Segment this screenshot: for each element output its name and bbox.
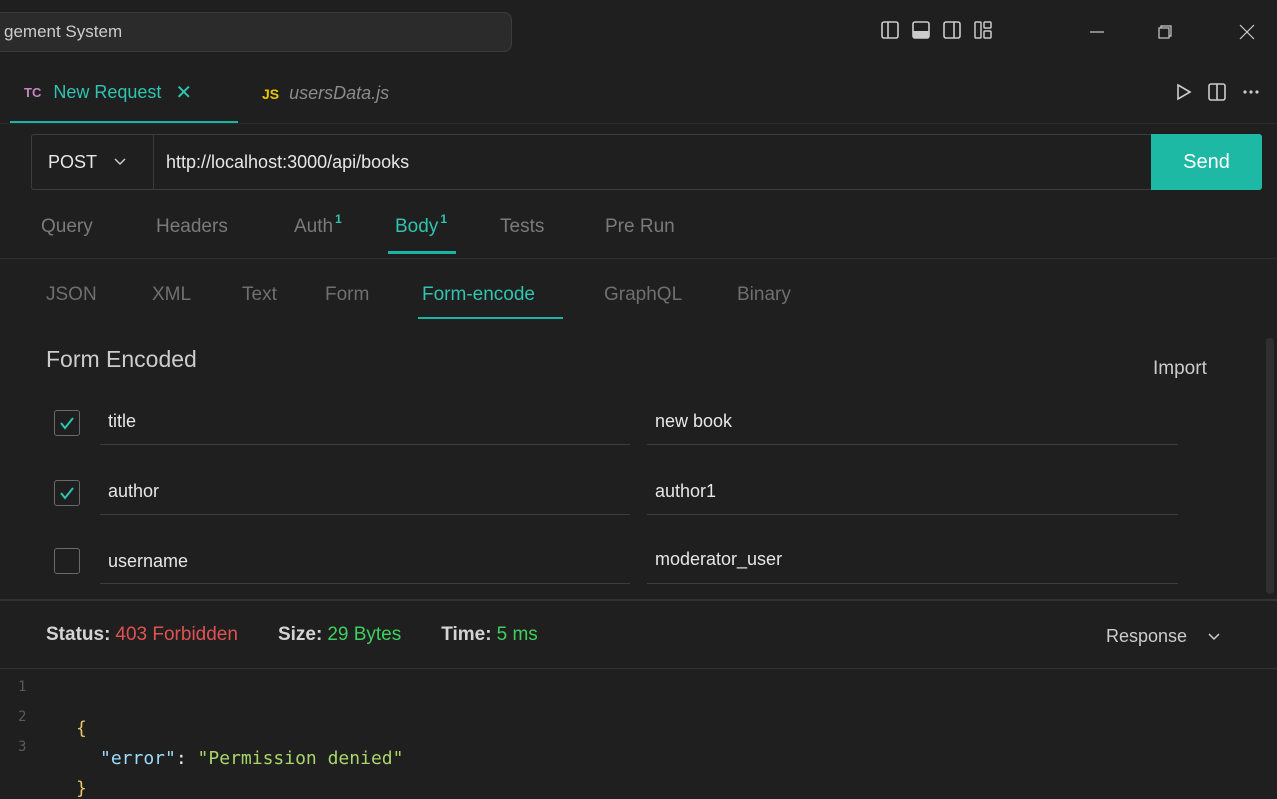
tab-auth[interactable]: Auth 1 xyxy=(294,212,342,238)
toggle-secondary-sidebar-icon[interactable] xyxy=(942,20,962,40)
time-label: Time: xyxy=(441,624,492,645)
row-checkbox[interactable] xyxy=(54,480,80,506)
row-key[interactable]: title xyxy=(108,411,136,432)
size-value: 29 Bytes xyxy=(327,624,402,645)
row-value[interactable]: author1 xyxy=(655,481,716,502)
code-line: 3 } xyxy=(0,736,800,799)
run-icon[interactable] xyxy=(1175,82,1193,102)
close-icon xyxy=(1239,24,1255,40)
body-tab-xml[interactable]: XML xyxy=(152,284,191,306)
response-status-bar: Status: 403 Forbidden Size: 29 Bytes Tim… xyxy=(46,624,538,646)
value-underline xyxy=(647,444,1178,445)
body-tab-form-encode[interactable]: Form-encode xyxy=(422,284,535,306)
layout-controls xyxy=(880,20,1004,40)
body-tab-graphql[interactable]: GraphQL xyxy=(604,284,682,306)
active-tab-indicator xyxy=(388,251,456,254)
value-underline xyxy=(647,514,1178,515)
line-number: 1 xyxy=(18,679,27,695)
row-checkbox[interactable] xyxy=(54,548,80,574)
tab-headers[interactable]: Headers xyxy=(156,216,228,238)
checkmark-icon xyxy=(60,417,74,430)
title-bar: gement System xyxy=(0,0,1277,64)
js-file-icon: JS xyxy=(262,85,280,102)
body-tab-text[interactable]: Text xyxy=(242,284,277,306)
tab-query[interactable]: Query xyxy=(41,216,93,238)
status-value: 403 Forbidden xyxy=(115,624,238,645)
restore-button[interactable] xyxy=(1142,14,1188,50)
status-label: Status: xyxy=(46,624,111,645)
form-scrollbar[interactable] xyxy=(1266,338,1274,594)
row-key[interactable]: author xyxy=(108,481,159,502)
time-value: 5 ms xyxy=(496,624,538,645)
key-underline xyxy=(100,583,630,584)
key-underline xyxy=(100,444,630,445)
request-bar: POST Send xyxy=(31,134,1262,190)
tab-label: New Request xyxy=(53,82,162,102)
row-checkbox[interactable] xyxy=(54,410,80,436)
send-button[interactable]: Send xyxy=(1151,134,1262,190)
key-underline xyxy=(100,514,630,515)
body-tab-json[interactable]: JSON xyxy=(46,284,97,306)
body-tab-binary[interactable]: Binary xyxy=(737,284,791,306)
code-line: 2 "error": "Permission denied" xyxy=(18,709,404,769)
restore-icon xyxy=(1158,25,1172,39)
tab-body[interactable]: Body 1 xyxy=(395,212,447,238)
minimize-button[interactable] xyxy=(1074,14,1120,50)
response-view-label: Response xyxy=(1106,626,1188,646)
toggle-sidebar-icon[interactable] xyxy=(880,20,900,40)
row-key[interactable]: username xyxy=(108,551,188,572)
chevron-down-icon xyxy=(1207,632,1221,642)
chevron-down-icon xyxy=(113,157,127,167)
import-button[interactable]: Import xyxy=(1153,358,1207,380)
divider xyxy=(0,668,1277,669)
row-value[interactable]: moderator_user xyxy=(655,549,782,570)
tab-pre-run[interactable]: Pre Run xyxy=(605,216,675,238)
sash[interactable] xyxy=(0,599,1277,601)
tab-label: usersData.js xyxy=(289,83,390,103)
body-tab-form[interactable]: Form xyxy=(325,284,369,306)
command-center-search[interactable]: gement System xyxy=(0,12,512,52)
checkmark-icon xyxy=(60,487,74,500)
close-window-button[interactable] xyxy=(1224,14,1270,50)
method-label: POST xyxy=(48,151,98,172)
body-count-badge: 1 xyxy=(440,212,447,226)
code-line: 1 { xyxy=(0,676,800,739)
customize-layout-icon[interactable] xyxy=(973,20,993,40)
editor-actions xyxy=(1161,82,1261,102)
value-underline xyxy=(647,583,1178,584)
tab-users-data[interactable]: JS usersData.js xyxy=(262,64,389,123)
size-label: Size: xyxy=(277,624,323,645)
url-input[interactable] xyxy=(166,135,1146,189)
editor-tab-bar: TC New Request ✕ JS usersData.js xyxy=(0,64,1277,124)
form-row: author author1 xyxy=(0,470,1277,540)
response-view-select[interactable]: Response xyxy=(1106,626,1221,647)
tab-tests[interactable]: Tests xyxy=(500,216,544,238)
json-brace: } xyxy=(76,778,87,799)
row-value[interactable]: new book xyxy=(655,411,732,432)
close-tab-icon[interactable]: ✕ xyxy=(175,80,192,105)
split-editor-icon[interactable] xyxy=(1207,82,1227,102)
active-body-tab-indicator xyxy=(418,317,563,319)
method-select[interactable]: POST xyxy=(32,135,154,189)
tab-new-request[interactable]: TC New Request ✕ xyxy=(10,64,238,123)
thunder-client-badge: TC xyxy=(24,85,42,100)
form-row: title new book xyxy=(0,400,1277,470)
line-number: 3 xyxy=(18,739,27,755)
toggle-panel-icon[interactable] xyxy=(911,20,931,40)
form-title: Form Encoded xyxy=(46,346,197,372)
minimize-icon xyxy=(1090,31,1104,33)
divider xyxy=(0,258,1277,259)
more-actions-icon[interactable] xyxy=(1241,82,1261,102)
line-number: 2 xyxy=(18,709,27,725)
auth-count-badge: 1 xyxy=(335,212,342,226)
